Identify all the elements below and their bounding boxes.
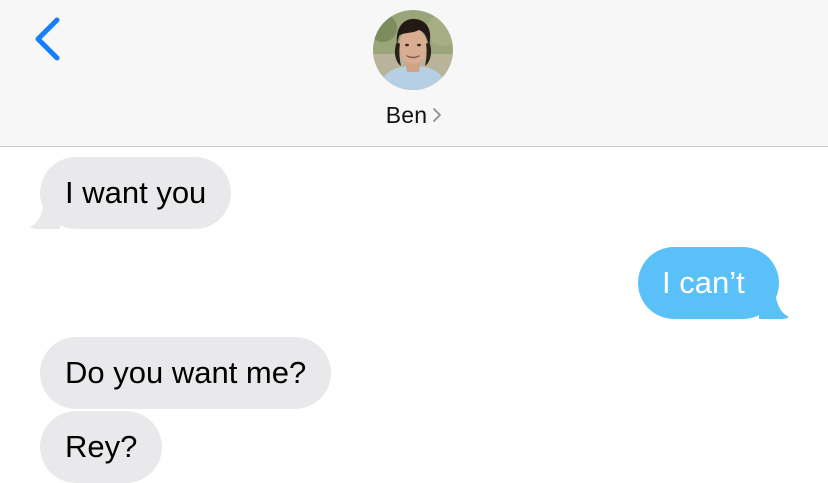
message-text: I can’t bbox=[662, 265, 745, 300]
message-text: Do you want me? bbox=[65, 355, 307, 390]
messages-screen: Ben I want you I can’t Do you want me? R… bbox=[0, 0, 828, 483]
contact-name: Ben bbox=[385, 101, 428, 128]
bubble-tail bbox=[30, 199, 60, 229]
message-text: I want you bbox=[65, 175, 207, 210]
chevron-right-icon bbox=[432, 107, 442, 123]
message-bubble-incoming[interactable]: I want you bbox=[30, 157, 232, 229]
contact-avatar[interactable] bbox=[373, 10, 453, 90]
message-bubble-incoming[interactable]: Rey? bbox=[40, 411, 163, 483]
message-thread: I want you I can’t Do you want me? Rey? bbox=[0, 147, 828, 483]
conversation-header: Ben bbox=[0, 0, 828, 147]
avatar-photo bbox=[373, 10, 453, 90]
message-text: Rey? bbox=[65, 429, 138, 464]
back-button[interactable] bbox=[26, 14, 70, 66]
contact-name-button[interactable]: Ben bbox=[0, 100, 828, 130]
message-bubble-incoming[interactable]: Do you want me? bbox=[40, 337, 332, 409]
chevron-left-icon bbox=[35, 17, 60, 61]
bubble-tail bbox=[758, 289, 789, 319]
message-bubble-outgoing[interactable]: I can’t bbox=[638, 247, 789, 319]
